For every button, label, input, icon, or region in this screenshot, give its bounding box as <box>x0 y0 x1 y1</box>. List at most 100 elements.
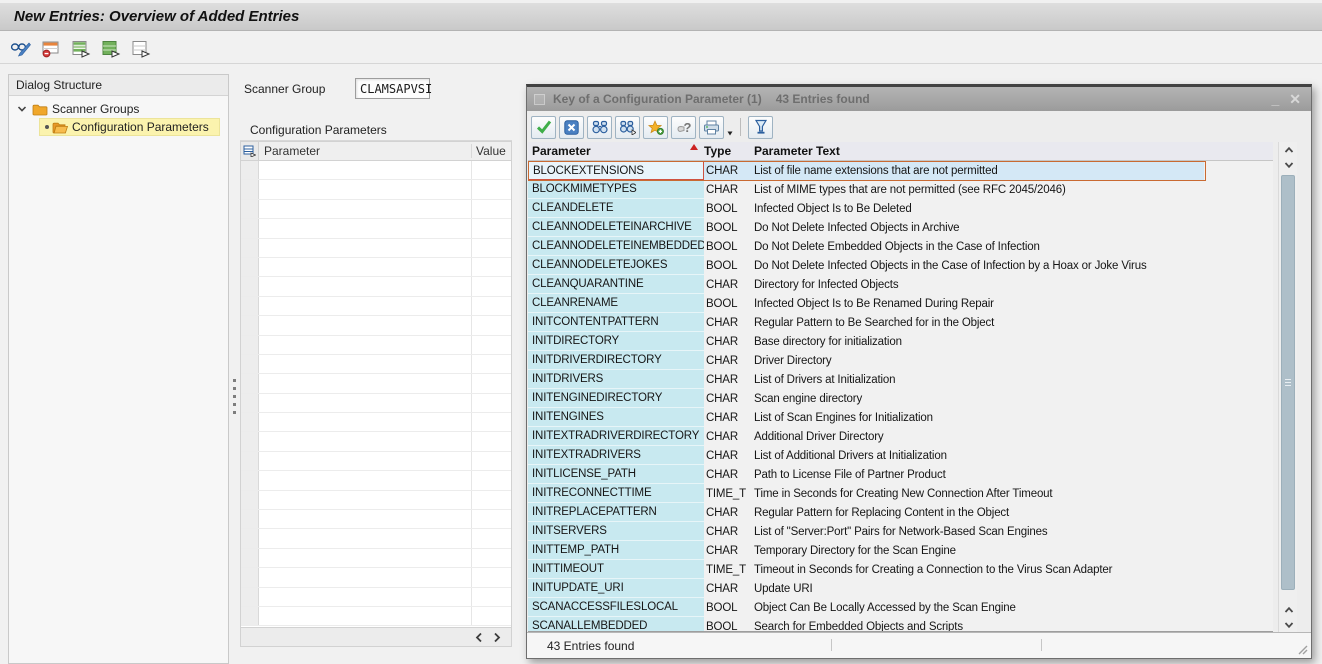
value-cell[interactable] <box>471 277 511 295</box>
delete-row-icon[interactable] <box>40 39 62 59</box>
find-next-icon[interactable] <box>615 116 640 139</box>
cancel-icon[interactable] <box>559 116 584 139</box>
cell-type[interactable]: CHAR <box>704 503 754 522</box>
cell-type[interactable]: TIME_T <box>704 560 754 579</box>
cell-param[interactable]: INITREPLACEPATTERN <box>528 503 704 522</box>
parameter-cell[interactable] <box>259 491 471 509</box>
table-row[interactable]: CLEANQUARANTINECHARDirectory for Infecte… <box>528 275 1273 294</box>
cell-param[interactable]: BLOCKMIMETYPES <box>528 180 704 199</box>
parameter-cell[interactable] <box>259 452 471 470</box>
print-dropdown-icon[interactable] <box>727 116 733 139</box>
table-row[interactable]: INITEXTRADRIVERDIRECTORYCHARAdditional D… <box>528 427 1273 446</box>
row-select-cell[interactable] <box>241 568 259 586</box>
cell-type[interactable]: CHAR <box>704 370 754 389</box>
resize-grip-icon[interactable] <box>1296 643 1308 655</box>
table-row[interactable]: INITENGINEDIRECTORYCHARScan engine direc… <box>528 389 1273 408</box>
value-cell[interactable] <box>471 336 511 354</box>
cell-text[interactable]: Infected Object Is to Be Renamed During … <box>754 294 1204 313</box>
cell-text[interactable]: Additional Driver Directory <box>754 427 1204 446</box>
value-cell[interactable] <box>471 471 511 489</box>
scroll-left-icon[interactable] <box>475 632 483 643</box>
cell-text[interactable]: List of Drivers at Initialization <box>754 370 1204 389</box>
panel-splitter-handle[interactable] <box>231 372 238 420</box>
cell-text[interactable]: List of MIME types that are not permitte… <box>754 180 1204 199</box>
cell-type[interactable]: CHAR <box>704 541 754 560</box>
value-cell[interactable] <box>471 161 511 179</box>
parameter-cell[interactable] <box>259 529 471 547</box>
row-select-cell[interactable] <box>241 355 259 373</box>
cell-type[interactable]: CHAR <box>704 446 754 465</box>
parameter-cell[interactable] <box>259 413 471 431</box>
parameter-cell[interactable] <box>259 394 471 412</box>
table-row[interactable]: BLOCKEXTENSIONSCHARList of file name ext… <box>528 161 1273 180</box>
cell-type[interactable]: BOOL <box>704 598 754 617</box>
empty-table-row[interactable] <box>241 549 511 568</box>
empty-table-row[interactable] <box>241 471 511 490</box>
parameter-cell[interactable] <box>259 588 471 606</box>
row-select-cell[interactable] <box>241 432 259 450</box>
empty-table-row[interactable] <box>241 529 511 548</box>
row-select-cell[interactable] <box>241 180 259 198</box>
parameter-cell[interactable] <box>259 239 471 257</box>
parameter-cell[interactable] <box>259 297 471 315</box>
table-row[interactable]: INITCONTENTPATTERNCHARRegular Pattern to… <box>528 313 1273 332</box>
cell-param[interactable]: CLEANRENAME <box>528 294 704 313</box>
empty-table-row[interactable] <box>241 432 511 451</box>
cell-text[interactable]: Regular Pattern to Be Searched for in th… <box>754 313 1204 332</box>
cell-type[interactable]: CHAR <box>704 427 754 446</box>
parameter-cell[interactable] <box>259 568 471 586</box>
value-cell[interactable] <box>471 374 511 392</box>
cell-param[interactable]: SCANACCESSFILESLOCAL <box>528 598 704 617</box>
select-all-rows-icon[interactable] <box>100 39 122 59</box>
value-cell[interactable] <box>471 529 511 547</box>
cell-text[interactable]: List of Additional Drivers at Initializa… <box>754 446 1204 465</box>
cell-param[interactable]: SCANALLEMBEDDED <box>528 617 704 632</box>
value-cell[interactable] <box>471 200 511 218</box>
table-row[interactable]: INITDRIVERSCHARList of Drivers at Initia… <box>528 370 1273 389</box>
row-select-cell[interactable] <box>241 277 259 295</box>
table-row[interactable]: INITTEMP_PATHCHARTemporary Directory for… <box>528 541 1273 560</box>
parameter-cell[interactable] <box>259 432 471 450</box>
parameter-cell[interactable] <box>259 316 471 334</box>
empty-table-row[interactable] <box>241 568 511 587</box>
table-row[interactable]: INITRECONNECTTIMETIME_TTime in Seconds f… <box>528 484 1273 503</box>
empty-table-row[interactable] <box>241 413 511 432</box>
value-cell[interactable] <box>471 219 511 237</box>
row-select-cell[interactable] <box>241 529 259 547</box>
parameter-cell[interactable] <box>259 161 471 179</box>
table-row[interactable]: INITSERVERSCHARList of "Server:Port" Pai… <box>528 522 1273 541</box>
value-cell[interactable] <box>471 394 511 412</box>
table-row[interactable]: INITDRIVERDIRECTORYCHARDriver Directory <box>528 351 1273 370</box>
main-column-header-parameter[interactable]: Parameter <box>259 144 471 158</box>
table-row[interactable]: CLEANNODELETEINEMBEDDEDBOOLDo Not Delete… <box>528 237 1273 256</box>
empty-table-row[interactable] <box>241 297 511 316</box>
cell-text[interactable]: Scan engine directory <box>754 389 1204 408</box>
cell-type[interactable]: CHAR <box>704 275 754 294</box>
cell-param[interactable]: CLEANNODELETEINEMBEDDED <box>528 237 704 256</box>
minimize-icon[interactable]: _ <box>1271 92 1279 106</box>
cell-type[interactable]: TIME_T <box>704 484 754 503</box>
close-icon[interactable]: ✕ <box>1289 92 1301 106</box>
table-row[interactable]: SCANACCESSFILESLOCALBOOLObject Can Be Lo… <box>528 598 1273 617</box>
table-row[interactable]: CLEANDELETEBOOLInfected Object Is to Be … <box>528 199 1273 218</box>
cell-text[interactable]: Do Not Delete Infected Objects in the Ca… <box>754 256 1204 275</box>
empty-table-row[interactable] <box>241 607 511 626</box>
empty-table-row[interactable] <box>241 510 511 529</box>
copy-rows-icon[interactable] <box>70 39 92 59</box>
table-row[interactable]: INITLICENSE_PATHCHARPath to License File… <box>528 465 1273 484</box>
row-select-cell[interactable] <box>241 316 259 334</box>
row-select-cell[interactable] <box>241 413 259 431</box>
main-column-header-value[interactable]: Value <box>471 144 511 158</box>
value-cell[interactable] <box>471 413 511 431</box>
cell-text[interactable]: Timeout in Seconds for Creating a Connec… <box>754 560 1204 579</box>
cell-type[interactable]: CHAR <box>704 332 754 351</box>
cell-type[interactable]: CHAR <box>704 579 754 598</box>
value-cell[interactable] <box>471 316 511 334</box>
cell-type[interactable]: CHAR <box>704 180 754 199</box>
value-cell[interactable] <box>471 607 511 625</box>
parameter-cell[interactable] <box>259 336 471 354</box>
empty-table-row[interactable] <box>241 588 511 607</box>
deselect-rows-icon[interactable] <box>130 39 152 59</box>
parameter-cell[interactable] <box>259 607 471 625</box>
cell-param[interactable]: INITDIRECTORY <box>528 332 704 351</box>
